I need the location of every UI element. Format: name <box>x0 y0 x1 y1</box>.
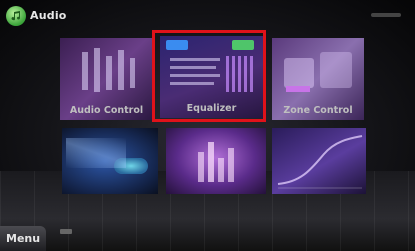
menu-button[interactable]: Menu <box>0 226 46 251</box>
tile-label: Audio Control <box>69 105 144 116</box>
audio-tile-6[interactable] <box>272 128 366 194</box>
page-indicator <box>60 229 72 234</box>
level-bars-graphic <box>196 138 236 184</box>
audio-tile-5[interactable] <box>166 128 266 194</box>
audio-tile-4[interactable] <box>62 128 158 194</box>
zone-graphic <box>282 46 354 96</box>
mixer-graphic <box>78 46 136 96</box>
status-indicator <box>371 13 401 17</box>
menu-button-label: Menu <box>6 232 41 245</box>
curve-graphic <box>277 135 363 189</box>
selection-highlight <box>152 30 266 122</box>
page-title: Audio <box>30 9 67 22</box>
light-beam-graphic <box>66 138 126 168</box>
tile-label: Zone Control <box>283 105 353 116</box>
zone-control-tile[interactable]: Zone Control <box>272 38 364 120</box>
audio-screen: Audio Audio Control Equalizer Zone Contr… <box>0 0 415 251</box>
audio-icon <box>6 6 26 26</box>
audio-control-tile[interactable]: Audio Control <box>60 38 153 120</box>
header-bar: Audio <box>0 0 415 32</box>
